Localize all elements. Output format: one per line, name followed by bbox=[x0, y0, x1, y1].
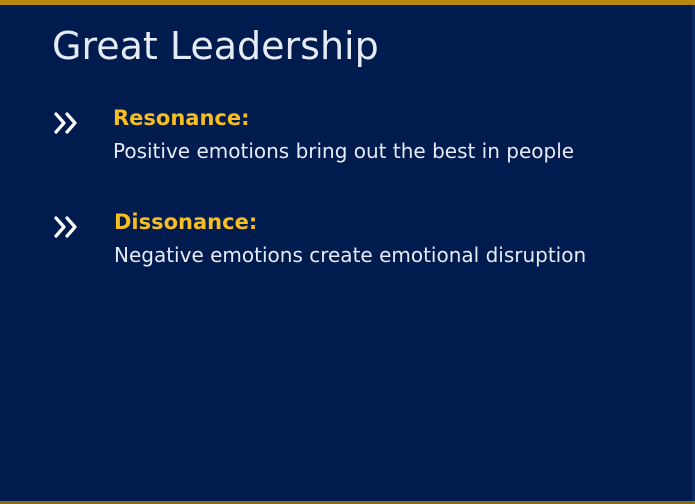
bullet-description: Positive emotions bring out the best in … bbox=[113, 139, 575, 163]
top-accent-rule bbox=[0, 0, 695, 5]
presentation-slide: Great Leadership Resonance: Positive emo… bbox=[0, 0, 695, 504]
double-chevron-right-icon bbox=[52, 215, 84, 239]
bullet-item-resonance: Resonance: Positive emotions bring out t… bbox=[52, 106, 662, 176]
double-chevron-right-icon bbox=[52, 111, 84, 135]
bullet-term: Resonance: bbox=[113, 106, 250, 130]
slide-title: Great Leadership bbox=[52, 24, 379, 68]
bullet-term: Dissonance: bbox=[114, 210, 258, 234]
bullet-item-dissonance: Dissonance: Negative emotions create emo… bbox=[52, 210, 662, 280]
bullet-description: Negative emotions create emotional disru… bbox=[114, 243, 587, 267]
